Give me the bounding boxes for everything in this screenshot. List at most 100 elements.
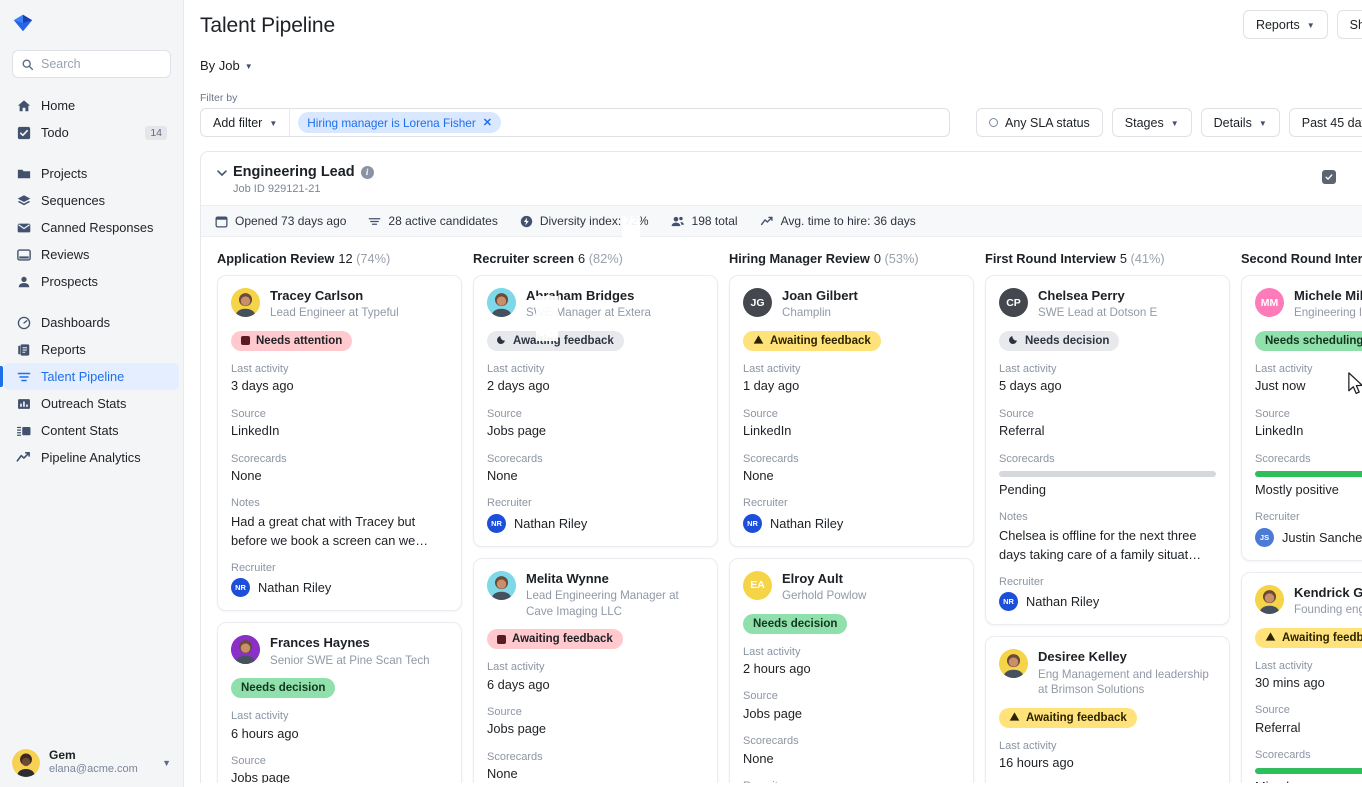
recruiter-name: Nathan Riley — [514, 516, 587, 531]
app-logo[interactable] — [0, 0, 183, 40]
candidate-role: Gerhold Powlow — [782, 588, 866, 604]
card-field: SourceJobs page — [743, 689, 960, 723]
card-field-label: Notes — [231, 496, 448, 510]
candidate-card[interactable]: Frances Haynes Senior SWE at Pine Scan Te… — [217, 622, 462, 783]
recruiter[interactable]: NRNathan Riley — [743, 514, 960, 533]
avatar: JG — [743, 288, 772, 317]
recruiter[interactable]: NRNathan Riley — [487, 514, 704, 533]
filter-field[interactable]: Add filter ▼ Hiring manager is Lorena Fi… — [200, 108, 950, 137]
info-icon[interactable]: i — [361, 166, 374, 179]
recruiter-initials: NR — [235, 583, 246, 592]
candidate-card[interactable]: Melita WynneLead Engineering Manager at … — [473, 558, 718, 783]
candidate-card[interactable]: Abraham BridgesSWE Manager at ExteraAwai… — [473, 275, 718, 547]
filter-chip-label: Hiring manager is Lorena Fisher — [307, 116, 476, 130]
status-badge-label: Needs decision — [1025, 335, 1109, 347]
job-header: Engineering Lead i Job ID 929121-21 — [201, 152, 1362, 205]
candidate-head: JGJoan GilbertChamplin — [743, 288, 960, 321]
reports-button[interactable]: Reports ▼ — [1243, 10, 1328, 39]
candidate-card[interactable]: Kendrick Gr…Founding eng…Awaiting feedba… — [1241, 572, 1362, 783]
candidate-name: Frances Haynes — [270, 635, 430, 651]
avatar — [12, 749, 40, 777]
recruiter[interactable]: JSJustin Sanche… — [1255, 528, 1362, 547]
card-field-value: Referral — [1255, 719, 1362, 738]
sidebar-item-prospects[interactable]: Prospects — [4, 268, 179, 295]
sidebar-item-content-stats[interactable]: Content Stats — [4, 417, 179, 444]
candidate-card[interactable]: EAElroy AultGerhold PowlowNeeds decision… — [729, 558, 974, 783]
card-field-label: Scorecards — [1255, 452, 1362, 466]
sidebar-item-canned-responses[interactable]: Canned Responses — [4, 214, 179, 241]
card-field: SourceReferral — [999, 407, 1216, 441]
status-badge[interactable]: Awaiting feedba… — [1255, 628, 1362, 648]
user-account-menu[interactable]: Gem elana@acme.com ▼ — [0, 748, 183, 777]
card-field: SourceJobs page — [487, 407, 704, 441]
column-title: Recruiter screen — [473, 251, 574, 266]
card-field: ScorecardsPending — [999, 452, 1216, 500]
sidebar: Home Todo 14 Projects Sequences — [0, 0, 184, 787]
add-filter-button[interactable]: Add filter ▼ — [201, 109, 290, 136]
share-button[interactable]: Share — [1337, 10, 1362, 39]
candidate-card[interactable]: CPChelsea PerrySWE Lead at Dotson ENeeds… — [985, 275, 1230, 625]
status-badge[interactable]: Needs decision — [231, 678, 335, 698]
column-title: Application Review — [217, 251, 334, 266]
status-badge[interactable]: Needs scheduling — [1255, 331, 1362, 351]
filter-chip-hiring-manager[interactable]: Hiring manager is Lorena Fisher ✕ — [298, 112, 501, 133]
sla-status-button[interactable]: Any SLA status — [976, 108, 1103, 137]
sidebar-item-pipeline-analytics[interactable]: Pipeline Analytics — [4, 444, 179, 471]
date-range-button[interactable]: Past 45 days — [1289, 108, 1362, 137]
sidebar-item-home[interactable]: Home — [4, 92, 179, 119]
sidebar-item-projects[interactable]: Projects — [4, 160, 179, 187]
sidebar-item-todo[interactable]: Todo 14 — [4, 119, 179, 146]
sla-status-label: Any SLA status — [1005, 116, 1090, 130]
status-badge[interactable]: Needs decision — [999, 331, 1119, 351]
avatar-initials: CP — [1006, 297, 1021, 309]
close-icon[interactable]: ✕ — [483, 116, 492, 129]
card-field-value: 16 hours ago — [999, 754, 1216, 773]
status-badge[interactable]: Needs attention — [231, 331, 352, 351]
card-field-label: Last activity — [487, 660, 704, 674]
sidebar-item-sequences[interactable]: Sequences — [4, 187, 179, 214]
status-badge[interactable]: Awaiting feedback — [743, 331, 881, 351]
card-field-value: Mixed — [1255, 778, 1362, 783]
candidate-card[interactable]: Desiree KelleyEng Management and leaders… — [985, 636, 1230, 783]
stat-avg-time-to-hire: Avg. time to hire: 36 days — [760, 214, 916, 228]
search-input[interactable] — [41, 57, 162, 71]
status-badge[interactable]: Awaiting feedback — [999, 708, 1137, 728]
grouping-selector[interactable]: By Job ▼ — [200, 58, 253, 73]
candidate-role: Senior SWE at Pine Scan Tech — [270, 653, 430, 669]
scorecard-bar — [999, 471, 1216, 477]
status-badge[interactable]: Awaiting feedback — [487, 331, 624, 351]
card-field-value: None — [487, 467, 704, 486]
candidate-card[interactable]: Tracey CarlsonLead Engineer at TypefulNe… — [217, 275, 462, 611]
chevron-down-icon: ▼ — [269, 119, 277, 128]
job-select-checkbox[interactable] — [1322, 170, 1336, 184]
candidate-role: Engineering le… — [1294, 305, 1362, 321]
sidebar-item-outreach-stats[interactable]: Outreach Stats — [4, 390, 179, 417]
collapse-job-chevron-down-icon[interactable] — [215, 164, 233, 183]
card-recruiter-field: RecruiterJSJustin Sanche… — [1255, 510, 1362, 546]
status-badge[interactable]: Needs decision — [743, 614, 847, 634]
home-icon — [16, 99, 31, 113]
card-field-label: Scorecards — [1255, 748, 1362, 762]
stages-button[interactable]: Stages ▼ — [1112, 108, 1192, 137]
recruiter[interactable]: NRNathan Riley — [999, 592, 1216, 611]
sidebar-item-dashboards[interactable]: Dashboards — [4, 309, 179, 336]
sidebar-item-reviews[interactable]: Reviews — [4, 241, 179, 268]
recruiter-avatar: NR — [743, 514, 762, 533]
chevron-down-icon[interactable]: ▼ — [162, 758, 171, 768]
recruiter[interactable]: NRNathan Riley — [231, 578, 448, 597]
user-email: elana@acme.com — [49, 763, 138, 777]
chevron-down-icon: ▼ — [1259, 119, 1267, 128]
candidate-card[interactable]: MMMichele Mil…Engineering le…Needs sched… — [1241, 275, 1362, 561]
card-field: Last activityJust now — [1255, 362, 1362, 396]
candidate-name: Abraham Bridges — [526, 288, 651, 304]
avatar — [487, 288, 516, 317]
user-name: Gem — [49, 748, 138, 763]
card-field-value: Jobs page — [487, 720, 704, 739]
status-badge[interactable]: Awaiting feedback — [487, 629, 623, 649]
search-box[interactable] — [12, 50, 171, 78]
card-field: SourceLinkedIn — [1255, 407, 1362, 441]
details-button[interactable]: Details ▼ — [1201, 108, 1280, 137]
sidebar-item-talent-pipeline[interactable]: Talent Pipeline — [4, 363, 179, 390]
sidebar-item-reports[interactable]: Reports — [4, 336, 179, 363]
candidate-card[interactable]: JGJoan GilbertChamplinAwaiting feedbackL… — [729, 275, 974, 547]
